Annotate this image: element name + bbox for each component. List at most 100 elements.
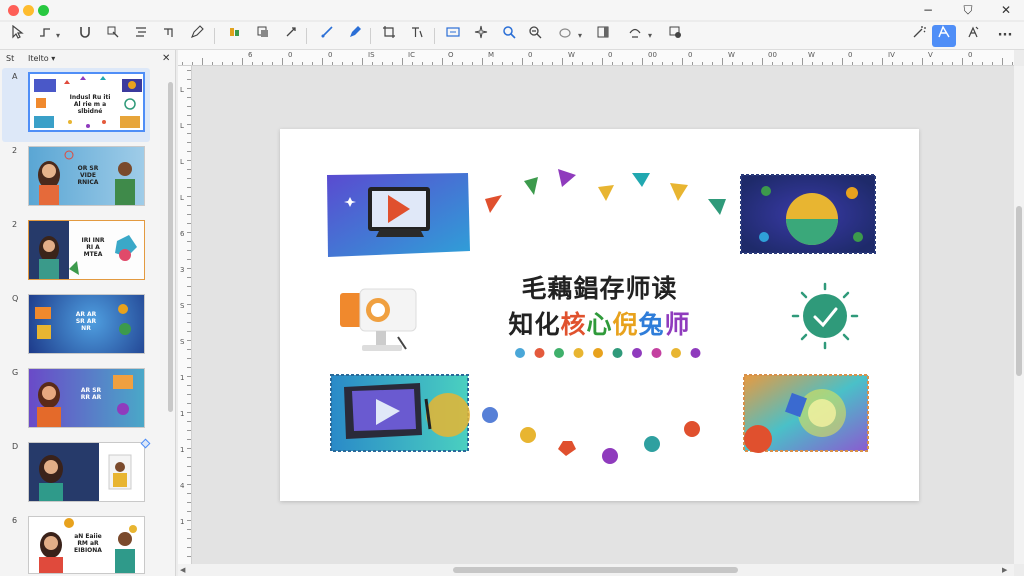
slide-thumbnail-7[interactable]: 6 aN Eaiie RM aR EIBIONA bbox=[4, 516, 148, 576]
shape-icon[interactable] bbox=[554, 25, 576, 47]
link-icon[interactable] bbox=[280, 25, 302, 47]
slide-thumbnail-4[interactable]: Q AR AR SR AR NR bbox=[4, 294, 148, 362]
ruler-label: 6 bbox=[248, 51, 253, 59]
slide-title-line-1[interactable]: 毛藕錩存师读 bbox=[280, 269, 919, 305]
sidebar-toggle-icon[interactable] bbox=[592, 25, 614, 47]
slide-number: 2 bbox=[12, 220, 18, 229]
ruler-label: 0 bbox=[688, 51, 693, 59]
title-dot bbox=[651, 348, 662, 358]
title-bar: − ⛉ ✕ bbox=[0, 0, 1024, 20]
layers-icon[interactable] bbox=[252, 25, 274, 47]
text-direction-icon[interactable] bbox=[158, 25, 180, 47]
title-dot bbox=[515, 348, 525, 358]
ruler-label: L bbox=[180, 158, 184, 166]
scroll-left-icon[interactable]: ◀ bbox=[180, 566, 185, 574]
line-tool-icon[interactable] bbox=[316, 25, 338, 47]
ruler-label: W bbox=[728, 51, 735, 59]
minimize-icon[interactable]: − bbox=[918, 1, 938, 19]
slide-number: 6 bbox=[12, 516, 18, 525]
close-icon[interactable]: ✕ bbox=[996, 1, 1016, 19]
ruler-label: 0 bbox=[848, 51, 853, 59]
format-inspector-icon[interactable] bbox=[932, 25, 956, 47]
pen-tool-icon[interactable] bbox=[344, 25, 366, 47]
canvas-horizontal-scrollbar[interactable]: ◀ ▶ bbox=[178, 564, 1014, 576]
monitor-illustration[interactable] bbox=[330, 374, 470, 452]
current-slide[interactable]: 毛藕錩存师读 知化核心倪兔师 bbox=[280, 129, 919, 501]
magic-wand-icon[interactable] bbox=[908, 25, 930, 47]
arrange-icon[interactable] bbox=[624, 25, 646, 47]
zoom-out-icon[interactable] bbox=[524, 25, 546, 47]
slideshow-icon[interactable] bbox=[442, 25, 464, 47]
vertical-ruler[interactable]: L L L L 6 3 S S 1 1 1 4 1 bbox=[178, 66, 192, 566]
canvas-horizontal-scroll-thumb[interactable] bbox=[453, 567, 738, 573]
shield-icon[interactable]: ⛉ bbox=[958, 1, 978, 19]
close-window-button[interactable] bbox=[8, 5, 19, 16]
slide-thumbnail-3[interactable]: 2 IRI INR RI A MTEA bbox=[4, 220, 148, 288]
slide-canvas[interactable]: 毛藕錩存师读 知化核心倪兔师 bbox=[192, 66, 1014, 564]
title-character: 化 bbox=[534, 310, 561, 339]
animate-icon[interactable] bbox=[962, 25, 984, 47]
navigator-view-dropdown[interactable]: Itelto ▾ bbox=[28, 50, 55, 68]
align-icon[interactable] bbox=[130, 25, 152, 47]
scroll-right-icon[interactable]: ▶ bbox=[1002, 566, 1007, 574]
chart-insert-icon[interactable] bbox=[224, 25, 246, 47]
ruler-label: O bbox=[448, 51, 454, 59]
horizontal-ruler[interactable]: 6 0 0 IS IC O M 0 W 0 00 0 W 00 W 0 IV V 0 bbox=[178, 50, 1014, 66]
select-tool-icon[interactable] bbox=[6, 24, 28, 47]
ruler-label: 00 bbox=[768, 51, 777, 59]
slide-number: G bbox=[12, 368, 19, 377]
text-box-icon[interactable] bbox=[406, 25, 428, 47]
title-dot bbox=[632, 348, 642, 358]
slide-thumbnail-text: Indusl Ru iti Al rie m a slbidné bbox=[69, 94, 111, 115]
edit-pen-icon[interactable] bbox=[186, 25, 208, 47]
ruler-label: 1 bbox=[180, 518, 185, 526]
ruler-label: 1 bbox=[180, 374, 185, 382]
ruler-label: 0 bbox=[608, 51, 613, 59]
ruler-label: 0 bbox=[968, 51, 973, 59]
navigator-scroll-thumb[interactable] bbox=[168, 82, 173, 412]
chevron-down-icon[interactable]: ▾ bbox=[648, 25, 652, 47]
title-dot bbox=[593, 348, 603, 358]
zoom-window-button[interactable] bbox=[38, 5, 49, 16]
ruler-label: 00 bbox=[648, 51, 657, 59]
connector-tool-icon[interactable] bbox=[34, 25, 56, 47]
decorative-triangles bbox=[485, 169, 726, 215]
tv-illustration[interactable] bbox=[327, 173, 470, 257]
planet-illustration[interactable] bbox=[740, 174, 876, 254]
ruler-label: L bbox=[180, 86, 184, 94]
slide-title-line-2[interactable]: 知化核心倪兔师 bbox=[280, 305, 919, 341]
ruler-label: IS bbox=[368, 51, 375, 59]
slide-thumbnail-2[interactable]: 2 OR SR VIDE RNICA bbox=[4, 146, 148, 214]
chevron-down-icon[interactable]: ▾ bbox=[578, 25, 582, 47]
sparkle-icon[interactable] bbox=[470, 25, 492, 47]
slide-thumbnail-1[interactable]: A Indusl Ru iti Al rie m a slbidné bbox=[2, 68, 150, 142]
more-icon[interactable]: ··· bbox=[994, 25, 1016, 47]
close-icon[interactable]: ✕ bbox=[162, 50, 170, 68]
chevron-down-icon[interactable]: ▾ bbox=[56, 25, 60, 47]
ruler-label: L bbox=[180, 194, 184, 202]
slide-thumbnail-6[interactable]: D bbox=[4, 438, 151, 510]
title-character: 兔 bbox=[638, 310, 665, 339]
ruler-label: 1 bbox=[180, 410, 185, 418]
title-character: 核 bbox=[560, 310, 587, 339]
ruler-label: 1 bbox=[180, 446, 185, 454]
canvas-vertical-scrollbar[interactable] bbox=[1014, 66, 1024, 564]
crop-icon[interactable] bbox=[378, 25, 400, 47]
minimize-window-button[interactable] bbox=[23, 5, 34, 16]
navigator-header: St Itelto ▾ ✕ bbox=[0, 50, 176, 68]
search-icon[interactable] bbox=[498, 25, 520, 47]
slide-thumbnail-text: AR AR SR AR NR bbox=[75, 311, 97, 332]
title-dot bbox=[534, 348, 545, 358]
abstract-illustration[interactable] bbox=[743, 374, 869, 453]
magnet-icon[interactable] bbox=[74, 25, 96, 47]
ruler-label: S bbox=[180, 338, 185, 346]
ruler-label: IC bbox=[408, 51, 415, 59]
navigator-scrollbar[interactable] bbox=[168, 70, 174, 570]
media-icon[interactable] bbox=[664, 25, 686, 47]
title-dot-row bbox=[515, 348, 701, 358]
pointer-shape-icon[interactable] bbox=[102, 25, 124, 47]
canvas-vertical-scroll-thumb[interactable] bbox=[1016, 206, 1022, 376]
title-character: 倪 bbox=[612, 310, 639, 339]
slide-thumbnail-5[interactable]: G AR SR RR AR bbox=[4, 368, 148, 436]
title-dot bbox=[671, 348, 681, 358]
